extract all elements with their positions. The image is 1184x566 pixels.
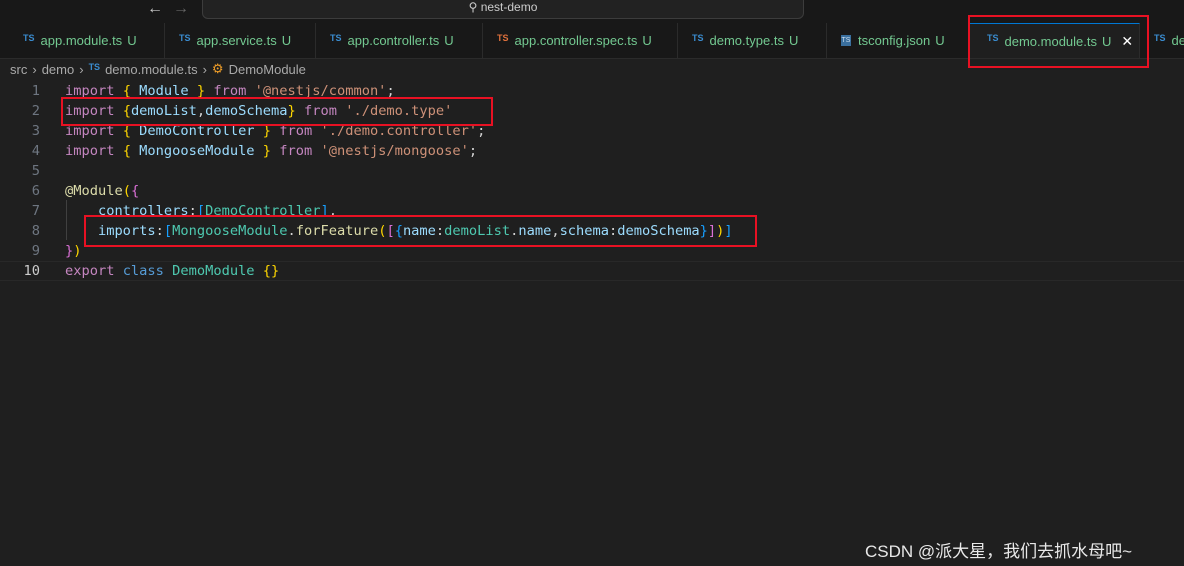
untracked-badge: U: [935, 33, 945, 48]
line-number: 10: [23, 263, 40, 279]
untracked-badge: U: [281, 33, 292, 48]
code-token: DemoModule: [172, 263, 263, 279]
breadcrumb: src › demo › TS demo.module.ts › ⚙ DemoModule: [10, 61, 306, 77]
code-line[interactable]: 6 @Module({: [0, 181, 1184, 201]
typescript-icon: TS: [88, 62, 101, 72]
breadcrumb-file[interactable]: demo.module.ts: [105, 62, 198, 77]
typescript-icon: TS: [1154, 32, 1166, 43]
untracked-badge: U: [788, 33, 799, 48]
line-text: export class DemoModule {}: [65, 262, 279, 280]
code-token: (: [122, 183, 131, 199]
line-number: 1: [31, 83, 40, 99]
class-symbol-icon: ⚙: [211, 61, 224, 76]
breadcrumb-demo[interactable]: demo: [42, 62, 75, 77]
command-center-search[interactable]: ⚲ nest-demo: [202, 0, 804, 19]
search-icon: ⚲: [468, 0, 481, 14]
line-number: 3: [31, 123, 40, 139]
line-number: 8: [31, 223, 40, 239]
chevron-right-icon: ›: [202, 61, 207, 77]
code-line[interactable]: 5: [0, 161, 1184, 181]
code-token: {}: [262, 263, 280, 279]
line-number: 5: [31, 163, 40, 179]
forward-arrow-icon[interactable]: →: [173, 0, 189, 18]
line-text: @Module({: [65, 181, 139, 201]
tab-label: tsconfig.json: [858, 33, 931, 48]
chevron-right-icon: ›: [79, 61, 84, 77]
typescript-icon: TS: [330, 32, 342, 43]
tab-app-controller[interactable]: TS app.controller.ts U: [316, 23, 483, 58]
tab-label: app.controller.ts: [347, 33, 440, 48]
code-token: export: [65, 263, 123, 279]
highlight-box-imports: [84, 215, 757, 247]
untracked-badge: U: [642, 33, 652, 48]
line-number: 7: [31, 203, 40, 219]
tab-demo-type[interactable]: TS demo.type.ts U: [678, 23, 827, 58]
line-number: 6: [31, 183, 40, 199]
typescript-icon: TS: [692, 32, 704, 43]
untracked-badge: U: [444, 33, 454, 48]
code-token: '@nestjs/mongoose': [320, 143, 469, 159]
code-token: import: [65, 143, 123, 159]
code-token: class: [122, 263, 173, 279]
typescript-icon: TS: [23, 32, 35, 43]
code-token: ;: [468, 143, 478, 159]
tab-label: de: [1171, 33, 1184, 48]
code-token: ): [73, 243, 82, 259]
code-token: @Module: [65, 183, 123, 199]
line-number: 2: [31, 103, 40, 119]
line-number: 9: [31, 243, 40, 259]
typescript-icon: TS: [179, 32, 191, 43]
typescript-test-icon: TS: [497, 32, 509, 43]
code-token: {: [122, 143, 131, 159]
code-line[interactable]: 10 export class DemoModule {}: [0, 261, 1184, 281]
chevron-right-icon: ›: [32, 61, 37, 77]
search-text: nest-demo: [480, 0, 538, 14]
indent-guide: [66, 200, 67, 240]
code-line[interactable]: 4 import { MongooseModule } from '@nestjs…: [0, 141, 1184, 161]
tab-label: demo.type.ts: [709, 33, 784, 48]
back-arrow-icon[interactable]: ←: [147, 0, 163, 18]
tab-app-module[interactable]: TS app.module.ts U: [9, 23, 165, 58]
tab-app-service[interactable]: TS app.service.ts U: [165, 23, 316, 58]
tab-label: app.service.ts: [196, 33, 277, 48]
untracked-badge: U: [127, 33, 137, 48]
line-text: }): [65, 241, 82, 261]
tab-app-controller-spec[interactable]: TS app.controller.spec.ts U: [483, 23, 678, 58]
code-token: }: [262, 143, 272, 159]
code-token: }: [65, 243, 74, 259]
watermark: CSDN @派大星，我们去抓水母吧~: [865, 542, 1133, 561]
breadcrumb-src[interactable]: src: [10, 62, 27, 77]
code-token: {: [130, 183, 140, 199]
line-number: 4: [31, 143, 40, 159]
tab-label: app.controller.spec.ts: [514, 33, 638, 48]
code-token: MongooseModule: [130, 143, 263, 159]
tsconfig-icon: TS: [841, 35, 851, 46]
line-text: import { MongooseModule } from '@nestjs/…: [65, 141, 477, 161]
tab-label: app.module.ts: [40, 33, 123, 48]
tab-tsconfig[interactable]: TS tsconfig.json U: [827, 23, 970, 58]
highlight-box-import: [61, 97, 493, 126]
code-token: from: [271, 143, 321, 159]
highlight-box-tab: [968, 15, 1149, 68]
breadcrumb-symbol[interactable]: DemoModule: [229, 62, 306, 77]
